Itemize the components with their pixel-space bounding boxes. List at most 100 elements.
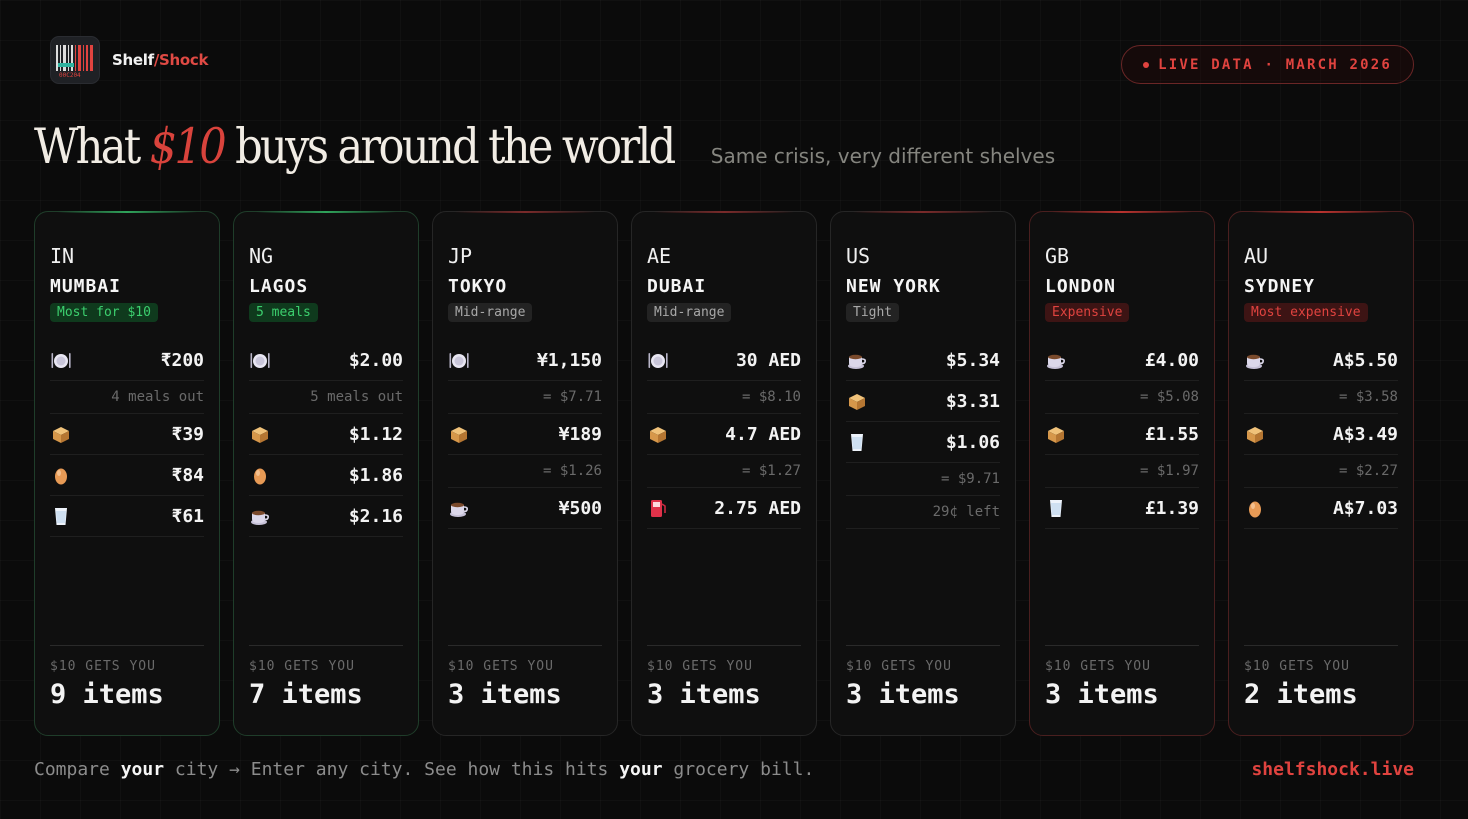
card-divider xyxy=(448,645,602,646)
item-price: A$3.49 xyxy=(1332,423,1398,445)
card-divider xyxy=(50,645,204,646)
card-accent-line xyxy=(1251,211,1391,213)
price-note-row: = $1.26 xyxy=(448,455,602,488)
tier-badge: Expensive xyxy=(1045,303,1130,322)
item-price: A$7.03 xyxy=(1332,497,1398,519)
card-divider xyxy=(647,645,801,646)
price-note-row: = $3.58 xyxy=(1244,381,1398,414)
tier-badge: Tight xyxy=(846,303,900,322)
city-card-dubai[interactable]: AE DUBAI Mid-range 30 AED = $8.10 4.7 AED = $1… xyxy=(631,211,817,736)
city-name: NEW YORK xyxy=(846,276,941,297)
bread-icon xyxy=(50,423,72,445)
page-subtitle: Same crisis, very different shelves xyxy=(710,144,1056,168)
gets-you-label: $10 GETS YOU xyxy=(1244,659,1350,674)
meal-icon xyxy=(50,349,72,371)
price-list: A$5.50 = $3.58 A$3.49 = $2.27 A$7.03 xyxy=(1244,340,1398,529)
city-card-london[interactable]: GB LONDON Expensive £4.00 = $5.08 £1.55 = $1.9… xyxy=(1029,211,1215,736)
price-row: ₹39 xyxy=(50,414,204,455)
price-row: ¥189 xyxy=(448,414,602,455)
meal-icon xyxy=(647,349,669,371)
brand-part2: Shock xyxy=(159,51,209,69)
brand-name: Shelf/Shock xyxy=(112,51,208,69)
item-price: A$5.50 xyxy=(1332,349,1398,371)
country-code: AU xyxy=(1244,244,1269,268)
item-price: ¥189 xyxy=(558,423,602,445)
country-code: IN xyxy=(50,244,75,268)
logo-code: 00C204 xyxy=(59,72,81,79)
live-data-badge: LIVE DATA · MARCH 2026 xyxy=(1121,45,1414,84)
card-accent-line xyxy=(853,211,993,213)
city-card-new-york[interactable]: US NEW YORK Tight $5.34 $3.31 $1.06 = $9.71 29¢… xyxy=(830,211,1016,736)
price-note-row: = $2.27 xyxy=(1244,455,1398,488)
price-note-row: = $9.71 xyxy=(846,463,1000,496)
country-code: NG xyxy=(249,244,274,268)
title-money: $10 xyxy=(149,118,227,175)
price-note-row: = $5.08 xyxy=(1045,381,1199,414)
item-price: ₹61 xyxy=(171,505,204,527)
item-price: $3.31 xyxy=(945,390,1000,412)
city-name: TOKYO xyxy=(448,276,508,297)
price-note: = $1.26 xyxy=(542,463,602,479)
city-card-tokyo[interactable]: JP TOKYO Mid-range ¥1,150 = $7.71 ¥189 = $1.26… xyxy=(432,211,618,736)
price-list: ¥1,150 = $7.71 ¥189 = $1.26 ¥500 xyxy=(448,340,602,529)
price-row: £1.55 xyxy=(1045,414,1199,455)
card-divider xyxy=(249,645,403,646)
city-card-sydney[interactable]: AU SYDNEY Most expensive A$5.50 = $3.58 A$3.4… xyxy=(1228,211,1414,736)
meal-icon xyxy=(448,349,470,371)
price-row: ¥1,150 xyxy=(448,340,602,381)
item-price: 30 AED xyxy=(735,349,801,371)
price-row: $3.31 xyxy=(846,381,1000,422)
footer-text-2: city → Enter any city. See how this hits xyxy=(164,759,620,780)
coffee-icon xyxy=(249,505,271,527)
price-row: 2.75 AED xyxy=(647,488,801,529)
price-note: = $9.71 xyxy=(940,471,1000,487)
price-row: $1.86 xyxy=(249,455,403,496)
brand-part1: Shelf xyxy=(112,51,154,69)
item-price: ₹39 xyxy=(171,423,204,445)
compare-prompt[interactable]: Compare your city → Enter any city. See … xyxy=(34,759,814,780)
price-row: A$5.50 xyxy=(1244,340,1398,381)
card-divider xyxy=(846,645,1000,646)
item-price: ₹200 xyxy=(160,349,204,371)
price-note-row: 29¢ left xyxy=(846,496,1000,529)
item-count: 2 items xyxy=(1244,679,1358,710)
footer-bold-2: your xyxy=(619,759,663,780)
price-list: £4.00 = $5.08 £1.55 = $1.97 £1.39 xyxy=(1045,340,1199,529)
item-count: 3 items xyxy=(647,679,761,710)
brand-logo[interactable]: 00C204 Shelf/Shock xyxy=(50,36,208,84)
fuel-icon xyxy=(647,497,669,519)
price-row: 4.7 AED xyxy=(647,414,801,455)
bread-icon xyxy=(846,390,868,412)
site-link[interactable]: shelfshock.live xyxy=(1251,759,1414,780)
city-card-lagos[interactable]: NG LAGOS 5 meals $2.00 5 meals out $1.12 $1.86… xyxy=(233,211,419,736)
gets-you-label: $10 GETS YOU xyxy=(249,659,355,674)
bread-icon xyxy=(249,423,271,445)
price-note: = $1.27 xyxy=(741,463,801,479)
price-row: £1.39 xyxy=(1045,488,1199,529)
price-note-row: = $7.71 xyxy=(448,381,602,414)
price-row: A$7.03 xyxy=(1244,488,1398,529)
city-card-mumbai[interactable]: IN MUMBAI Most for $10 ₹200 4 meals out ₹39 ₹8… xyxy=(34,211,220,736)
price-list: ₹200 4 meals out ₹39 ₹84 ₹61 xyxy=(50,340,204,537)
price-row: ₹200 xyxy=(50,340,204,381)
footer-text-1: Compare xyxy=(34,759,121,780)
price-row: ₹61 xyxy=(50,496,204,537)
item-price: 4.7 AED xyxy=(725,423,801,445)
live-dot-icon xyxy=(1143,61,1150,68)
price-note: 5 meals out xyxy=(310,389,403,405)
price-row: ¥500 xyxy=(448,488,602,529)
egg-icon xyxy=(50,464,72,486)
price-note: = $5.08 xyxy=(1139,389,1199,405)
bread-icon xyxy=(448,423,470,445)
card-divider xyxy=(1045,645,1199,646)
city-cards: IN MUMBAI Most for $10 ₹200 4 meals out ₹39 ₹8… xyxy=(34,211,1414,736)
price-row: 30 AED xyxy=(647,340,801,381)
tier-badge: Most expensive xyxy=(1244,303,1368,322)
price-row: $2.00 xyxy=(249,340,403,381)
footer-bold-1: your xyxy=(120,759,165,780)
price-note: = $7.71 xyxy=(542,389,602,405)
milk-icon xyxy=(1045,497,1067,519)
item-price: ₹84 xyxy=(171,464,204,486)
city-name: LONDON xyxy=(1045,276,1117,297)
price-note: = $3.58 xyxy=(1338,389,1398,405)
